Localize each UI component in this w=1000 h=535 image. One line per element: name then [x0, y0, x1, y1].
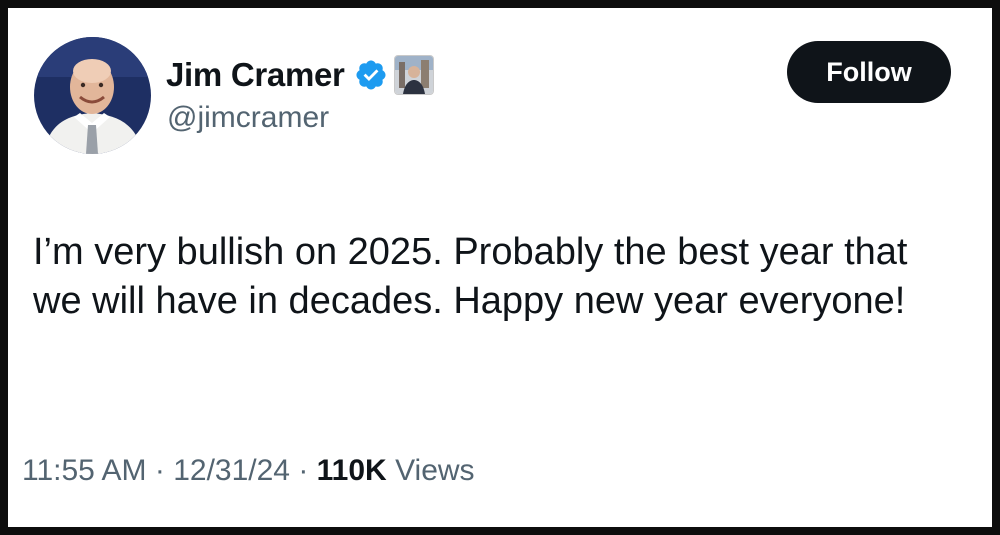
meta-separator: ·: [146, 454, 174, 487]
meta-separator: ·: [289, 454, 317, 487]
verified-badge-icon[interactable]: [354, 58, 388, 92]
affiliate-image-icon[interactable]: [393, 55, 434, 95]
tweet-text: I’m very bullish on 2025. Probably the b…: [33, 231, 908, 322]
avatar-image: [34, 37, 151, 154]
display-name[interactable]: Jim Cramer: [166, 56, 345, 94]
author-handle[interactable]: @jimcramer: [167, 101, 329, 135]
tweet-card: Jim Cramer @jimcramer Follow I’m very bu…: [8, 8, 992, 527]
follow-button[interactable]: Follow: [787, 41, 951, 103]
avatar[interactable]: [34, 37, 151, 154]
views-count: 110K: [316, 454, 387, 487]
author-name-row: Jim Cramer: [166, 52, 434, 98]
views-label: Views: [395, 454, 475, 487]
tweet-meta: 11:55 AM · 12/31/24 · 110K Views: [22, 454, 475, 488]
tweet-time[interactable]: 11:55 AM: [22, 454, 147, 487]
tweet-date[interactable]: 12/31/24: [173, 454, 290, 487]
